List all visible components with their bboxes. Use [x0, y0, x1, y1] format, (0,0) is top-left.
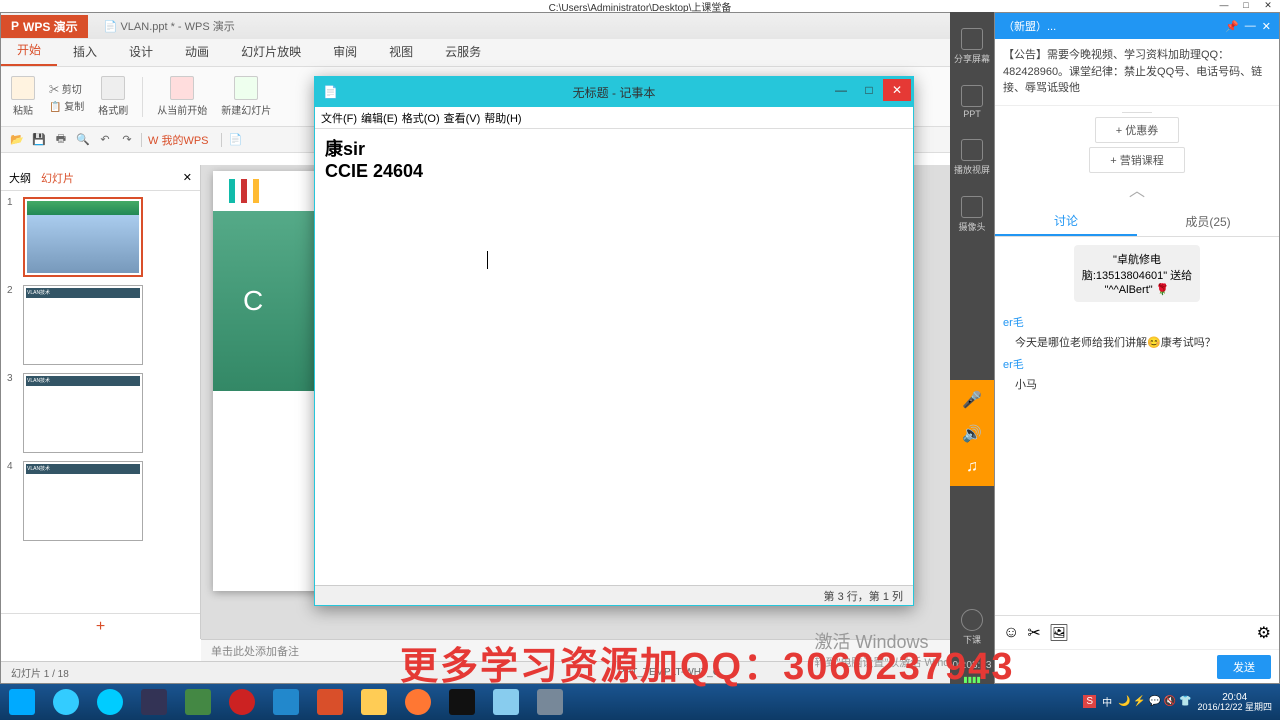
- app-icon-2[interactable]: [176, 684, 220, 720]
- msg-text: 今天是哪位老师给我们讲解😊康考试吗？: [1015, 334, 1271, 350]
- maximize-btn[interactable]: □: [1236, 0, 1256, 11]
- tab-insert[interactable]: 插入: [57, 37, 113, 66]
- msg-user: er毛: [1003, 314, 1271, 330]
- add-slide-button[interactable]: +: [1, 613, 200, 639]
- print-icon[interactable]: 🖶: [53, 132, 69, 148]
- scissors-icon[interactable]: ✂: [1027, 623, 1040, 643]
- browser-icon[interactable]: [88, 684, 132, 720]
- play-button[interactable]: 播放视屏: [954, 129, 990, 186]
- notepad-content[interactable]: 康sir CCIE 24604: [315, 129, 913, 583]
- discuss-tab[interactable]: 讨论: [995, 207, 1137, 236]
- notepad-titlebar[interactable]: 📄 无标题 - 记事本 — □ ✕: [315, 77, 913, 107]
- course-button[interactable]: + 营销课程: [1089, 147, 1184, 173]
- outline-tab[interactable]: 大纲: [9, 170, 31, 186]
- slides-tab[interactable]: 幻灯片: [41, 170, 74, 186]
- tab-design[interactable]: 设计: [113, 37, 169, 66]
- format-painter-button[interactable]: 格式刷: [98, 76, 128, 117]
- explorer-icon[interactable]: [352, 684, 396, 720]
- from-current-button[interactable]: 从当前开始: [157, 76, 207, 117]
- undo-icon[interactable]: ↶: [97, 132, 113, 148]
- close-btn[interactable]: ✕: [1258, 0, 1278, 11]
- thumbnail-4[interactable]: VLAN技术: [23, 461, 143, 541]
- new-slide-button[interactable]: 新建幻灯片: [221, 76, 271, 117]
- ppt-button[interactable]: PPT: [961, 75, 983, 129]
- thumbnail-3[interactable]: VLAN技术: [23, 373, 143, 453]
- notepad-status: 第 3 行，第 1 列: [315, 585, 913, 605]
- np-minimize[interactable]: —: [827, 79, 855, 101]
- collapse-icon[interactable]: ︿: [1129, 177, 1145, 201]
- music-icon[interactable]: ♫: [966, 458, 978, 476]
- send-button[interactable]: 发送: [1217, 655, 1271, 679]
- cut-button[interactable]: ✂ 剪切: [49, 81, 84, 96]
- system-msg: "卓航修电脑:13513804601" 送给"^^AlBert" 🌹: [1074, 245, 1200, 302]
- start-button[interactable]: [0, 684, 44, 720]
- chat-minimize[interactable]: —: [1245, 20, 1256, 33]
- chat-titlebar[interactable]: （新盟）... 📌 — ✕: [995, 13, 1279, 39]
- doc-tab[interactable]: 📄 VLAN.ppt * - WPS 演示: [96, 15, 243, 37]
- chat-messages[interactable]: "卓航修电脑:13513804601" 送给"^^AlBert" 🌹 er毛 今…: [995, 237, 1279, 616]
- tab-animation[interactable]: 动画: [169, 37, 225, 66]
- minimize-btn[interactable]: —: [1214, 0, 1234, 11]
- thumbnail-2[interactable]: VLAN技术: [23, 285, 143, 365]
- copy-button[interactable]: 📋 复制: [49, 98, 84, 113]
- tray-ime-icon[interactable]: S: [1083, 695, 1096, 708]
- desktop-path-bar: C:\Users\Administrator\Desktop\上课堂备 — □ …: [0, 0, 1280, 12]
- chat-notice: 【公告】需要今晚视频、学习资料加助理QQ：482428960。课堂纪律：禁止发Q…: [995, 39, 1279, 106]
- wps-task-icon[interactable]: [308, 684, 352, 720]
- camera-button[interactable]: 摄像头: [958, 186, 985, 243]
- redo-icon[interactable]: ↷: [119, 132, 135, 148]
- tab-view[interactable]: 视图: [373, 37, 429, 66]
- app-icon-3[interactable]: [220, 684, 264, 720]
- text-cursor: [487, 251, 488, 269]
- msg-text: 小马: [1015, 376, 1271, 392]
- watermark-overlay: 更多学习资源加QQ：3060237943: [400, 635, 1014, 690]
- notepad-window: 📄 无标题 - 记事本 — □ ✕ 文件(F) 编辑(E) 格式(O) 查看(V…: [314, 76, 914, 606]
- mic-icon[interactable]: 🎤: [962, 390, 982, 410]
- menu-edit[interactable]: 编辑(E): [361, 110, 398, 126]
- tray-lang-icon[interactable]: 中: [1102, 694, 1112, 709]
- tab-slideshow[interactable]: 幻灯片放映: [225, 37, 317, 66]
- thumbnail-1[interactable]: [23, 197, 143, 277]
- class-control-bar: 分享屏幕 PPT 播放视屏 摄像头 下课 00:03:23 ▮▮▮▮: [950, 12, 994, 684]
- save-icon[interactable]: 💾: [31, 132, 47, 148]
- app-icon-4[interactable]: [264, 684, 308, 720]
- app-icon-1[interactable]: [132, 684, 176, 720]
- share-screen-button[interactable]: 分享屏幕: [954, 18, 990, 75]
- gear-icon[interactable]: ⚙: [1257, 623, 1271, 643]
- tab-start[interactable]: 开始: [1, 35, 57, 66]
- doc-icon[interactable]: 📄: [228, 132, 244, 148]
- chat-input-bar: ☺ ✂ 🖼 ⚙: [995, 615, 1279, 649]
- system-tray[interactable]: S 中 🌙 ⚡ 💬 🔇 👕 20:04 2016/12/22 星期四: [1075, 692, 1280, 713]
- tab-cloud[interactable]: 云服务: [429, 37, 497, 66]
- msg-user: er毛: [1003, 356, 1271, 372]
- image-icon[interactable]: 🖼: [1049, 623, 1069, 643]
- my-wps-link[interactable]: W 我的WPS: [148, 132, 209, 148]
- speaker-icon[interactable]: 🔊: [962, 424, 982, 444]
- preview-icon[interactable]: 🔍: [75, 132, 91, 148]
- menu-format[interactable]: 格式(O): [402, 110, 440, 126]
- close-panel-icon[interactable]: ✕: [183, 171, 192, 184]
- paste-button[interactable]: 粘贴: [11, 76, 35, 117]
- menu-help[interactable]: 帮助(H): [484, 110, 521, 126]
- members-tab[interactable]: 成员(25): [1137, 207, 1279, 236]
- notepad-menu: 文件(F) 编辑(E) 格式(O) 查看(V) 帮助(H): [315, 107, 913, 129]
- coupon-button[interactable]: + 优惠券: [1095, 117, 1179, 143]
- thumbnail-list[interactable]: 1 2VLAN技术 3VLAN技术 4VLAN技术: [1, 191, 200, 613]
- pin-icon[interactable]: 📌: [1225, 20, 1239, 33]
- tab-review[interactable]: 审阅: [317, 37, 373, 66]
- slide-panel: 大纲 幻灯片 ✕ 1 2VLAN技术 3VLAN技术 4VLAN技术 +: [1, 165, 201, 639]
- np-close[interactable]: ✕: [883, 79, 911, 101]
- ie-icon[interactable]: [44, 684, 88, 720]
- open-icon[interactable]: 📂: [9, 132, 25, 148]
- menu-file[interactable]: 文件(F): [321, 110, 357, 126]
- audio-strip: 🎤 🔊 ♫: [950, 380, 994, 486]
- chat-close[interactable]: ✕: [1262, 20, 1271, 33]
- menu-view[interactable]: 查看(V): [444, 110, 481, 126]
- np-maximize[interactable]: □: [855, 79, 883, 101]
- chat-panel: （新盟）... 📌 — ✕ 【公告】需要今晚视频、学习资料加助理QQ：48242…: [994, 12, 1280, 684]
